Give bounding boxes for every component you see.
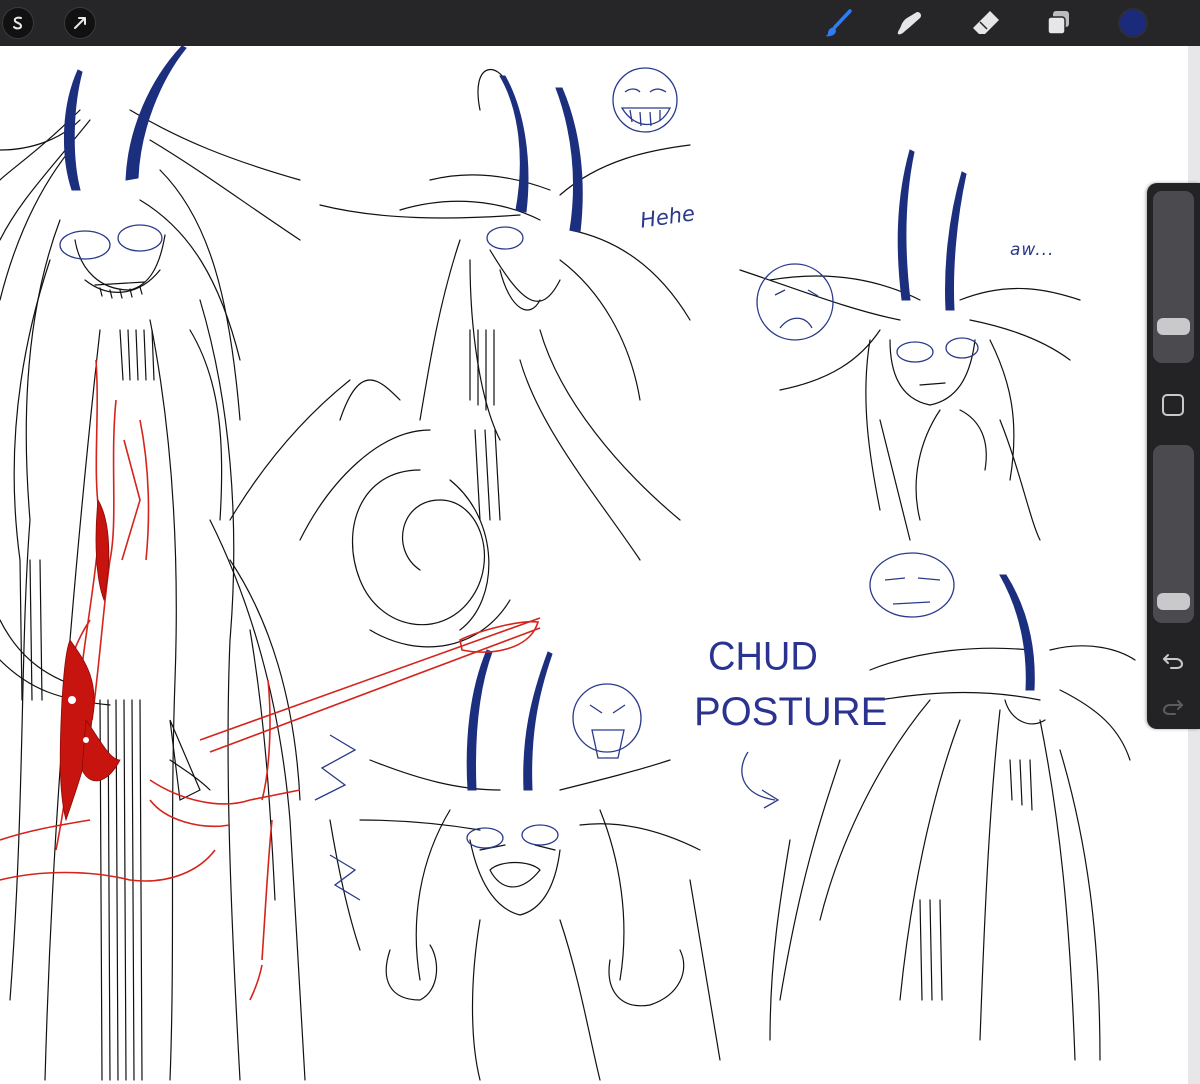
layers-icon [1047,11,1069,35]
undo-button[interactable] [1160,649,1186,673]
note-chud: CHUD [708,634,818,680]
smudge-button[interactable] [894,7,926,39]
gallery-button[interactable] [2,7,34,39]
modify-button[interactable] [1162,394,1184,416]
smudge-finger-icon [897,12,921,35]
opacity-slider[interactable] [1153,445,1194,623]
sidebar [1147,183,1200,729]
eraser-button[interactable] [970,7,1002,39]
brush-button[interactable] [822,7,854,39]
eraser-icon [973,11,999,34]
redo-icon [1162,700,1183,715]
actions-button[interactable] [64,7,96,39]
brush-size-thumb[interactable] [1157,318,1190,336]
brush-size-slider[interactable] [1153,191,1194,363]
layers-button[interactable] [1043,7,1075,39]
note-posture: POSTURE [694,690,888,734]
top-toolbar [0,0,1200,46]
color-button[interactable] [1118,8,1148,38]
note-aw: aw... [1010,240,1055,260]
procreate-s-icon [13,16,23,30]
opacity-thumb[interactable] [1157,592,1190,610]
undo-icon [1163,654,1184,669]
cursor-arrow-icon [74,17,86,29]
sketch-artwork [0,46,1136,1081]
drawing-canvas[interactable] [0,46,1200,1084]
procreate-app: Hehe aw... CHUD POSTURE [0,0,1200,1084]
brush-icon [825,9,852,37]
redo-button[interactable] [1160,695,1186,719]
